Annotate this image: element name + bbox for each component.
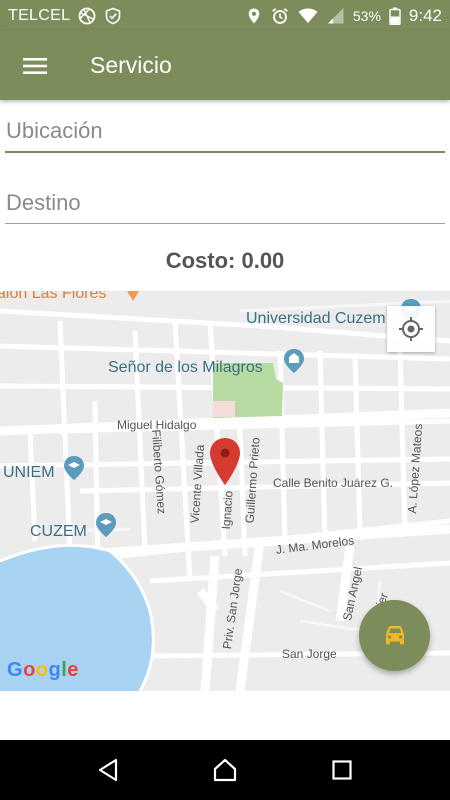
location-icon [248,8,260,23]
map-label-salon: alón Las Flores [0,291,107,302]
trip-form: Costo: 0.00 [0,100,450,291]
back-triangle-icon [99,758,118,782]
battery-percent: 53% [352,7,381,24]
map-label-uniem: UNIEM [3,464,55,481]
recents-button[interactable] [312,740,372,800]
page-title: Servicio [90,52,172,78]
system-nav-bar [0,740,450,800]
home-icon [213,758,237,782]
origin-field-container [5,111,445,153]
crosshair-icon [399,317,423,341]
cost-label: Costo: 0.00 [165,248,285,273]
origin-input[interactable] [5,111,445,151]
street-label-benito: Calle Benito Juárez G. [273,476,394,490]
map-label-cuzem: CUZEM [30,523,87,540]
battery-icon [389,7,401,25]
request-taxi-button[interactable] [359,600,430,671]
recents-square-icon [332,760,352,780]
back-button[interactable] [78,740,138,800]
destination-field-container [5,183,445,224]
street-label-san-jorge: San Jorge [282,647,337,661]
my-location-button[interactable] [387,306,435,352]
signal-icon [327,7,344,23]
home-button[interactable] [195,740,255,800]
park-building [213,401,235,417]
menu-button[interactable] [0,31,70,100]
app-bar: Servicio [0,31,450,100]
alarm-icon [272,7,288,24]
ball-icon [78,7,96,24]
clock: 9:42 [408,5,442,25]
car-icon [385,625,404,644]
bottom-spacer [0,691,450,740]
wifi-icon [298,8,318,23]
street-label-ignacio: Ignacio [218,490,236,530]
hamburger-menu-icon [23,57,47,74]
status-bar: TELCEL 53% 9:42 [0,0,450,31]
map-label-senor-milagros: Señor de los Milagros [108,359,263,376]
carrier-name: TELCEL [8,6,71,24]
destination-input[interactable] [5,183,445,223]
map-label-universidad: Universidad Cuzem [246,310,386,327]
shield-check-icon [105,7,121,24]
google-logo: Google [7,659,79,681]
